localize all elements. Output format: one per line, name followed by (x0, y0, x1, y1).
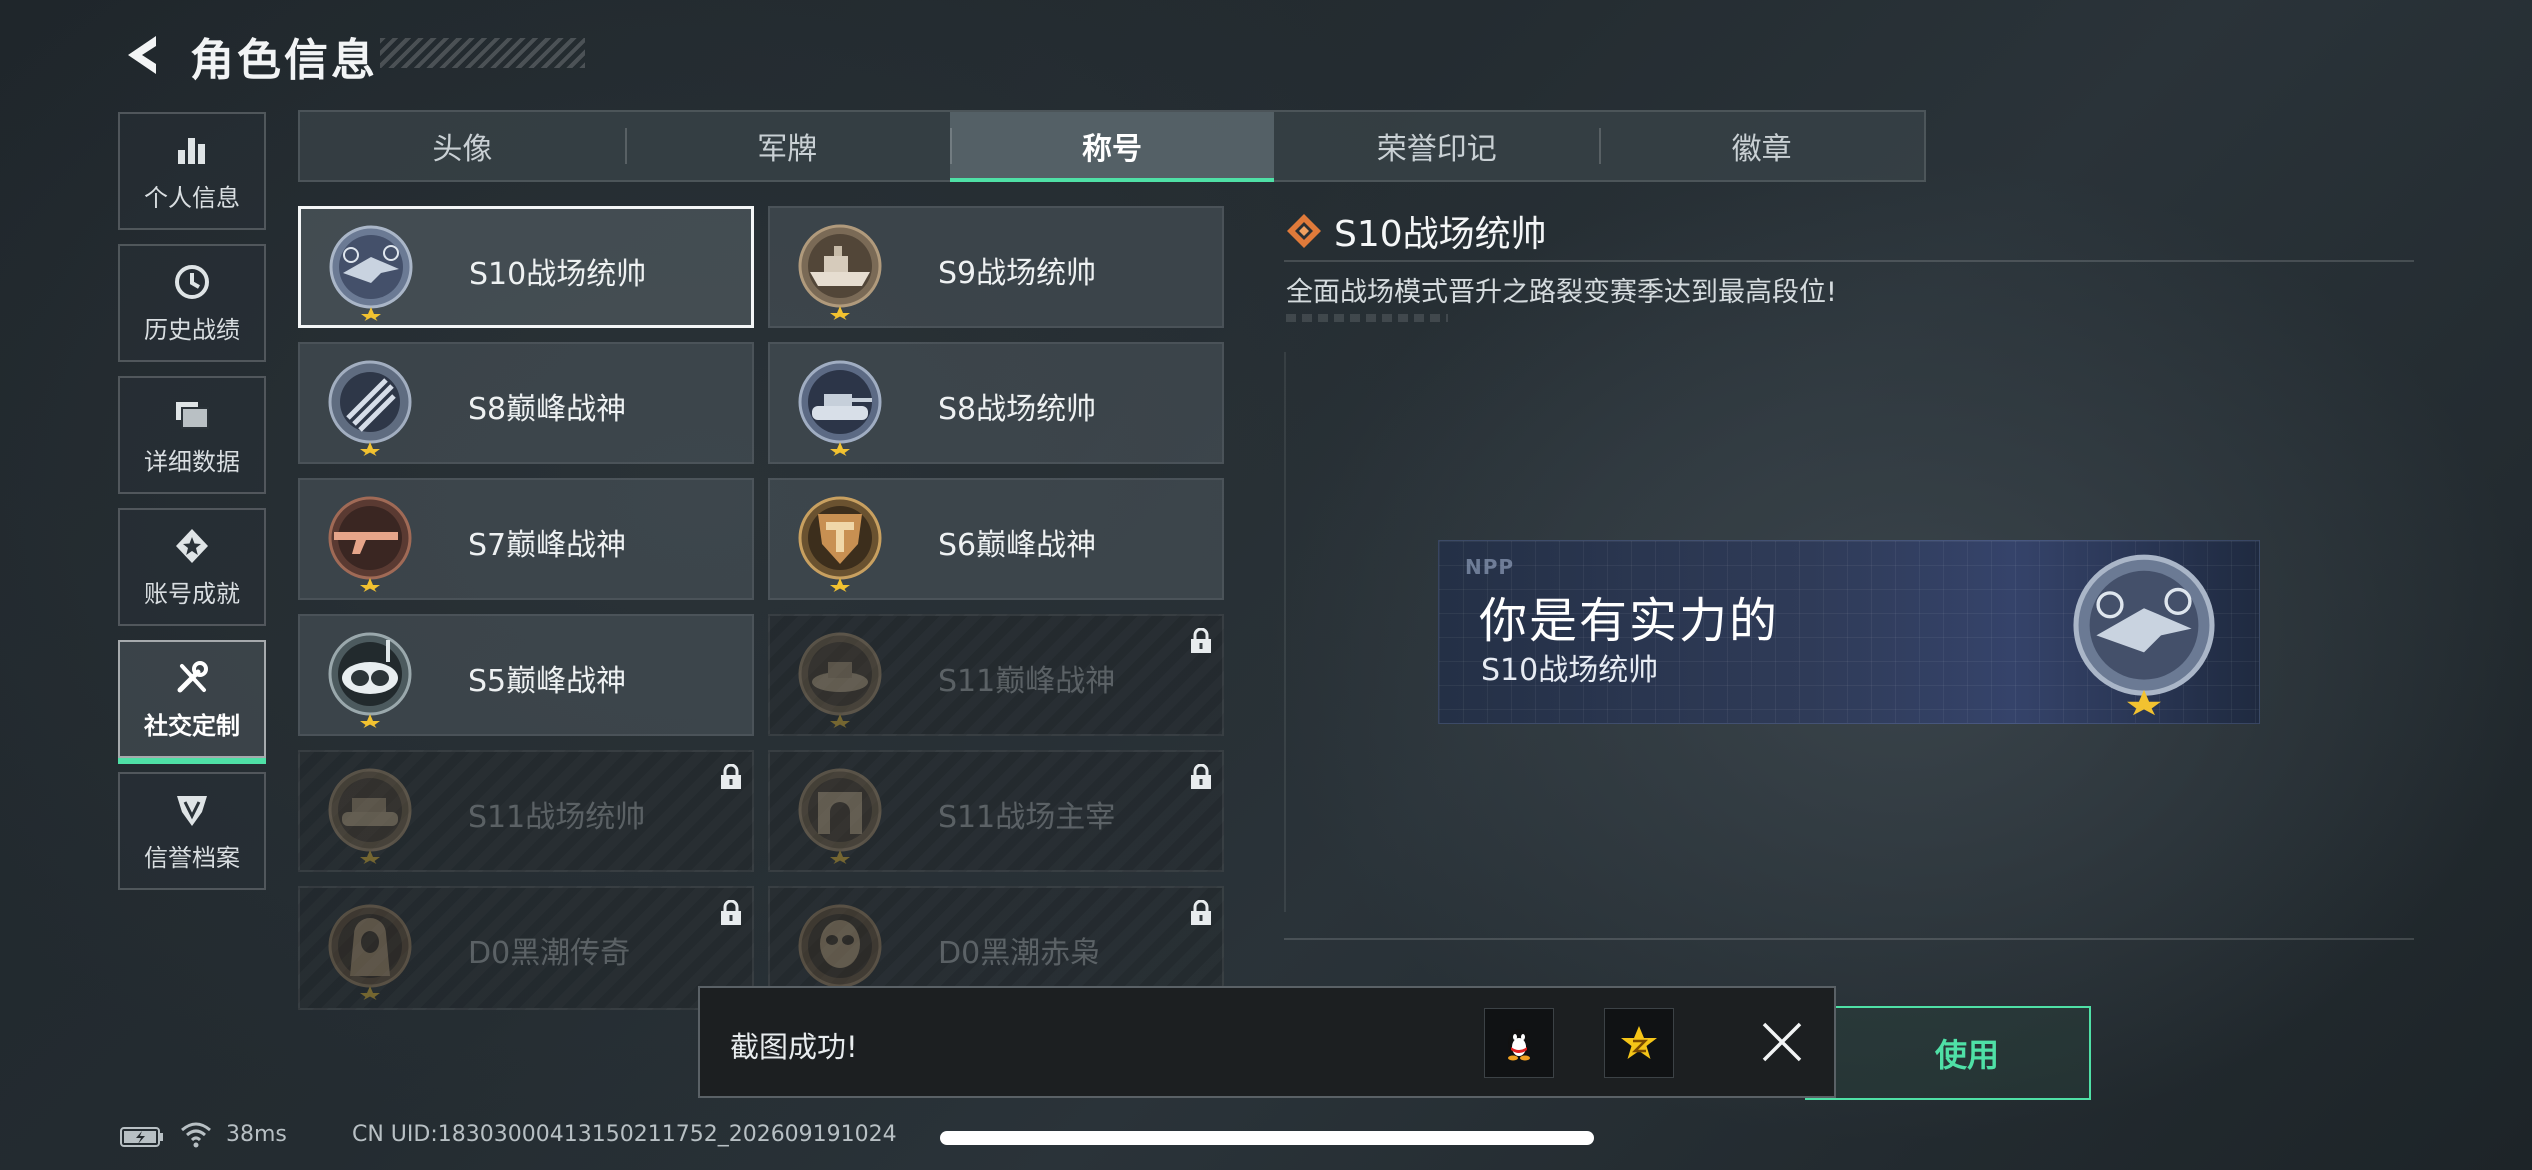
title-name: S10战场统帅 (469, 257, 647, 292)
title-name: S8巅峰战神 (468, 392, 627, 427)
title-card-s8-war-god[interactable]: S8巅峰战神 (298, 342, 754, 464)
title-card-s8-commander[interactable]: S8战场统帅 (768, 342, 1224, 464)
tab-bar: 头像 军牌 称号 荣誉印记 徽章 (298, 110, 1926, 182)
title-card-s9-commander[interactable]: S9战场统帅 (768, 206, 1224, 328)
title-name: S11巅峰战神 (938, 664, 1116, 699)
title-name: S11战场主宰 (938, 800, 1116, 835)
close-toast-button[interactable] (1752, 1012, 1812, 1072)
title-card-d0-legend[interactable]: D0黑潮传奇 (298, 886, 754, 1010)
title-card-s6-war-god[interactable]: S6巅峰战神 (768, 478, 1224, 600)
tab-military-tag[interactable]: 军牌 (624, 112, 950, 180)
shield-rank-icon (172, 790, 212, 830)
detail-title: S10战场统帅 (1334, 214, 1547, 255)
ping-latency: 38ms (226, 1122, 287, 1147)
banner-main-text: 你是有实力的 (1479, 593, 1780, 649)
user-uid: CN UID:18303000413150211752_202609191024 (352, 1122, 897, 1147)
title-name: D0黑潮传奇 (468, 936, 631, 971)
banner-sub-text: S10战场统帅 (1481, 653, 1659, 688)
hovercraft-medal-icon (798, 632, 882, 728)
sidebar-item-personal-info[interactable]: 个人信息 (118, 112, 266, 230)
sidebar-item-label: 个人信息 (144, 183, 240, 212)
battery-icon (120, 1127, 163, 1147)
qzone-star-icon (1621, 1026, 1657, 1059)
diving-mask-medal-icon (328, 632, 412, 728)
tab-avatar[interactable]: 头像 (300, 112, 625, 180)
screenshot-toast: 截图成功! (698, 986, 1836, 1098)
sidebar-item-label: 历史战绩 (144, 315, 240, 344)
title-decoration (380, 38, 585, 68)
qq-penguin-icon (1508, 1029, 1530, 1061)
share-qzone-button[interactable] (1604, 1008, 1674, 1078)
bar-chart-icon (172, 130, 212, 170)
title-name: S8战场统帅 (938, 392, 1097, 427)
back-button[interactable] (118, 30, 168, 80)
shield-t-medal-icon (798, 496, 882, 592)
banner-tag: NPP (1465, 555, 1515, 579)
clock-history-icon (172, 262, 212, 302)
decorative-text (1286, 314, 1448, 322)
title-name: S5巅峰战神 (468, 664, 627, 699)
sidebar-item-label: 社交定制 (144, 711, 240, 740)
title-card-s5-war-god[interactable]: S5巅峰战神 (298, 614, 754, 736)
lock-icon (1191, 764, 1211, 789)
crossed-bars-medal-icon (328, 360, 412, 456)
sidebar-item-label: 账号成就 (144, 579, 240, 608)
achievement-star-icon (172, 526, 212, 566)
wifi-icon (181, 1122, 211, 1148)
tab-title[interactable]: 称号 (949, 112, 1275, 182)
tab-honor-mark[interactable]: 荣誉印记 (1274, 112, 1599, 180)
sidebar-item-social-custom[interactable]: 社交定制 (118, 640, 266, 764)
arch-medal-icon (798, 768, 882, 864)
home-indicator[interactable] (940, 1131, 1594, 1145)
title-card-s7-war-god[interactable]: S7巅峰战神 (298, 478, 754, 600)
title-card-s10-commander[interactable]: S10战场统帅 (298, 206, 754, 328)
title-preview-banner: NPP 你是有实力的 S10战场统帅 (1438, 540, 2260, 724)
title-name: S9战场统帅 (938, 256, 1097, 291)
armored-vehicle-medal-icon (328, 768, 412, 864)
tab-badge[interactable]: 徽章 (1599, 112, 1924, 180)
hooded-figure-medal-icon (328, 904, 412, 1000)
title-card-s11-war-god[interactable]: S11巅峰战神 (768, 614, 1224, 736)
sidebar-item-label: 信誉档案 (144, 843, 240, 872)
lock-icon (1191, 628, 1211, 653)
skull-mask-medal-icon (798, 904, 882, 1000)
sidebar-item-credit-record[interactable]: 信誉档案 (118, 772, 266, 890)
divider (1284, 938, 2414, 940)
lock-icon (721, 764, 741, 789)
lock-icon (1191, 900, 1211, 925)
sidebar-item-history[interactable]: 历史战绩 (118, 244, 266, 362)
close-x-icon (1762, 1022, 1802, 1062)
title-name: S11战场统帅 (468, 800, 646, 835)
lock-icon (721, 900, 741, 925)
wrench-screwdriver-icon (172, 658, 212, 698)
title-name: S6巅峰战神 (938, 528, 1097, 563)
aircraft-medal-icon (329, 225, 413, 321)
aircraft-medal-icon (2073, 554, 2215, 716)
sidebar-item-label: 详细数据 (144, 447, 240, 476)
chevron-left-icon (128, 36, 156, 74)
divider (1284, 352, 1286, 912)
title-card-s11-commander[interactable]: S11战场统帅 (298, 750, 754, 872)
ship-medal-icon (798, 224, 882, 320)
folder-icon (172, 394, 212, 434)
divider (1284, 260, 2414, 262)
use-button[interactable]: 使用 (1805, 1006, 2091, 1100)
tank-medal-icon (798, 360, 882, 456)
toast-message: 截图成功! (730, 1030, 858, 1064)
share-qq-button[interactable] (1484, 1008, 1554, 1078)
title-name: S7巅峰战神 (468, 528, 627, 563)
title-card-s11-dominator[interactable]: S11战场主宰 (768, 750, 1224, 872)
page-title: 角色信息 (190, 35, 378, 86)
diamond-rank-icon (1287, 214, 1321, 248)
sidebar-item-achievements[interactable]: 账号成就 (118, 508, 266, 626)
rifle-medal-icon (328, 496, 412, 592)
detail-description: 全面战场模式晋升之路裂变赛季达到最高段位! (1286, 277, 1837, 308)
title-name: D0黑潮赤枭 (938, 936, 1101, 971)
sidebar-item-details[interactable]: 详细数据 (118, 376, 266, 494)
